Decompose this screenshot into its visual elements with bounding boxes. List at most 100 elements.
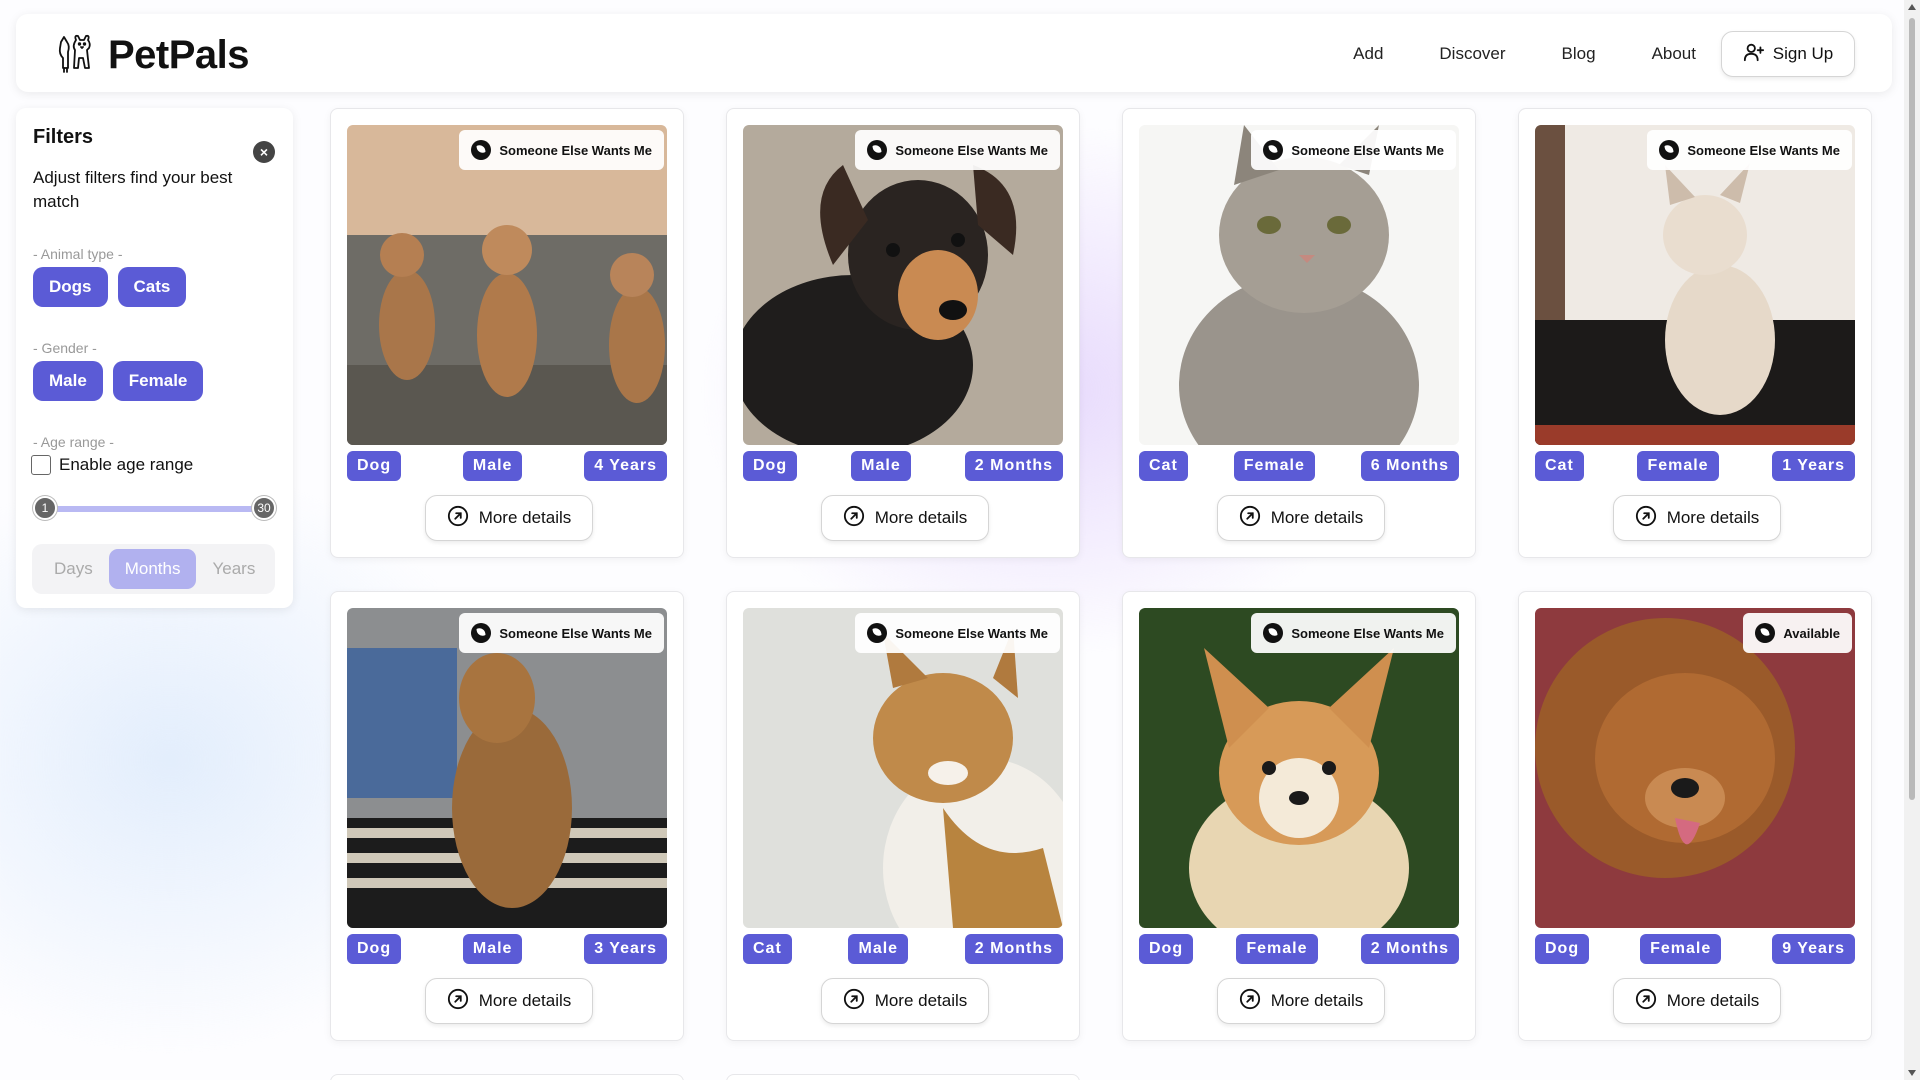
status-badge: Someone Else Wants Me xyxy=(855,613,1060,653)
nav-about[interactable]: About xyxy=(1652,44,1696,64)
animal-type-options: Dogs Cats xyxy=(33,267,187,307)
sign-up-button[interactable]: Sign Up xyxy=(1721,31,1855,77)
gender-badge: Male xyxy=(848,934,909,964)
pet-photo[interactable]: Someone Else Wants Me xyxy=(1139,125,1459,445)
type-badge: Dog xyxy=(743,451,798,481)
more-details-label: More details xyxy=(478,991,572,1010)
filters-panel: Filters × Adjust filters find your best … xyxy=(16,108,293,608)
nav-add[interactable]: Add xyxy=(1353,44,1383,64)
pet-photo[interactable]: Someone Else Wants Me xyxy=(1535,125,1855,445)
status-text: Someone Else Wants Me xyxy=(895,625,1048,641)
more-details-button[interactable]: More details xyxy=(1613,495,1781,541)
status-text: Someone Else Wants Me xyxy=(1687,142,1840,158)
scroll-up-arrow-icon[interactable] xyxy=(1908,4,1916,10)
status-badge: Available xyxy=(1743,613,1852,653)
pet-photo[interactable]: Someone Else Wants Me xyxy=(347,608,667,928)
leaf-icon xyxy=(1263,623,1284,643)
more-details-label: More details xyxy=(1666,991,1760,1010)
unit-years[interactable]: Years xyxy=(196,549,271,589)
type-badge: Dog xyxy=(1535,934,1590,964)
pet-badges: Dog Male 3 Years xyxy=(347,934,667,964)
status-text: Someone Else Wants Me xyxy=(1291,625,1444,641)
gender-badge: Male xyxy=(462,934,523,964)
more-details-button[interactable]: More details xyxy=(425,978,593,1024)
filter-cats-chip[interactable]: Cats xyxy=(117,267,187,307)
user-plus-icon xyxy=(1743,41,1765,68)
close-icon[interactable]: × xyxy=(253,141,275,163)
more-details-button[interactable]: More details xyxy=(1217,978,1385,1024)
leaf-icon xyxy=(471,140,492,160)
arrow-up-right-circle-icon xyxy=(843,505,865,532)
nav-blog[interactable]: Blog xyxy=(1562,44,1596,64)
age-badge: 3 Years xyxy=(584,934,667,964)
status-text: Someone Else Wants Me xyxy=(1291,142,1444,158)
arrow-up-right-circle-icon xyxy=(447,505,469,532)
age-badge: 1 Years xyxy=(1772,451,1855,481)
gender-badge: Female xyxy=(1233,451,1315,481)
status-text: Available xyxy=(1783,625,1840,641)
pet-card-partial xyxy=(726,1074,1080,1080)
pet-card: Someone Else Wants Me Dog Female 2 Month… xyxy=(1122,591,1476,1041)
gender-badge: Female xyxy=(1637,451,1719,481)
age-range-checkbox[interactable] xyxy=(31,455,51,475)
leaf-icon xyxy=(1755,623,1776,643)
more-details-label: More details xyxy=(1270,991,1364,1010)
more-details-button[interactable]: More details xyxy=(1613,978,1781,1024)
filter-female-chip[interactable]: Female xyxy=(112,361,204,401)
pet-photo[interactable]: Someone Else Wants Me xyxy=(743,608,1063,928)
filters-subtitle: Adjust filters find your best match xyxy=(33,168,233,211)
type-badge: Dog xyxy=(1139,934,1194,964)
page-scrollbar[interactable] xyxy=(1904,0,1920,1080)
arrow-up-right-circle-icon xyxy=(447,988,469,1015)
pet-badges: Dog Female 2 Months xyxy=(1139,934,1459,964)
age-slider-max-handle[interactable]: 30 xyxy=(252,496,276,520)
more-details-button[interactable]: More details xyxy=(425,495,593,541)
pet-badges: Dog Male 4 Years xyxy=(347,451,667,481)
arrow-up-right-circle-icon xyxy=(1239,505,1261,532)
unit-days[interactable]: Days xyxy=(38,549,109,589)
main-nav: Add Discover Blog About xyxy=(1353,44,1696,64)
status-badge: Someone Else Wants Me xyxy=(459,613,664,653)
more-details-button[interactable]: More details xyxy=(821,495,989,541)
age-range-label: - Age range - xyxy=(33,434,114,450)
age-slider-min-handle[interactable]: 1 xyxy=(33,496,57,520)
unit-months[interactable]: Months xyxy=(108,549,197,589)
status-badge: Someone Else Wants Me xyxy=(1251,613,1456,653)
more-details-button[interactable]: More details xyxy=(1217,495,1385,541)
status-text: Someone Else Wants Me xyxy=(895,142,1048,158)
gender-options: Male Female xyxy=(33,361,204,401)
pet-photo[interactable]: Available xyxy=(1535,608,1855,928)
status-badge: Someone Else Wants Me xyxy=(459,130,664,170)
pet-badges: Cat Female 6 Months xyxy=(1139,451,1459,481)
more-details-label: More details xyxy=(1666,508,1760,527)
sign-up-label: Sign Up xyxy=(1772,44,1834,63)
nav-discover[interactable]: Discover xyxy=(1439,44,1505,64)
scroll-down-arrow-icon[interactable] xyxy=(1908,1070,1916,1076)
leaf-icon xyxy=(1659,140,1680,160)
leaf-icon xyxy=(471,623,492,643)
filter-male-chip[interactable]: Male xyxy=(33,361,103,401)
leaf-icon xyxy=(867,140,888,160)
age-badge: 6 Months xyxy=(1360,451,1459,481)
age-slider-track[interactable] xyxy=(40,506,272,512)
pet-photo[interactable]: Someone Else Wants Me xyxy=(743,125,1063,445)
pet-photo[interactable]: Someone Else Wants Me xyxy=(347,125,667,445)
pet-photo[interactable]: Someone Else Wants Me xyxy=(1139,608,1459,928)
brand-logo[interactable]: PetPals xyxy=(54,32,250,79)
pet-card: Someone Else Wants Me Dog Male 3 Years M… xyxy=(330,591,684,1041)
pet-card: Someone Else Wants Me Dog Male 2 Months … xyxy=(726,108,1080,558)
status-badge: Someone Else Wants Me xyxy=(855,130,1060,170)
arrow-up-right-circle-icon xyxy=(843,988,865,1015)
gender-badge: Female xyxy=(1236,934,1318,964)
scrollbar-thumb[interactable] xyxy=(1909,18,1915,800)
animal-type-label: - Animal type - xyxy=(33,246,123,262)
age-range-toggle[interactable]: Enable age range xyxy=(31,455,193,475)
filter-dogs-chip[interactable]: Dogs xyxy=(33,267,108,307)
pet-card-partial xyxy=(330,1074,684,1080)
more-details-label: More details xyxy=(874,991,968,1010)
arrow-up-right-circle-icon xyxy=(1239,988,1261,1015)
more-details-button[interactable]: More details xyxy=(821,978,989,1024)
age-badge: 2 Months xyxy=(964,934,1063,964)
leaf-icon xyxy=(1263,140,1284,160)
age-unit-selector: Days Months Years xyxy=(32,544,275,594)
